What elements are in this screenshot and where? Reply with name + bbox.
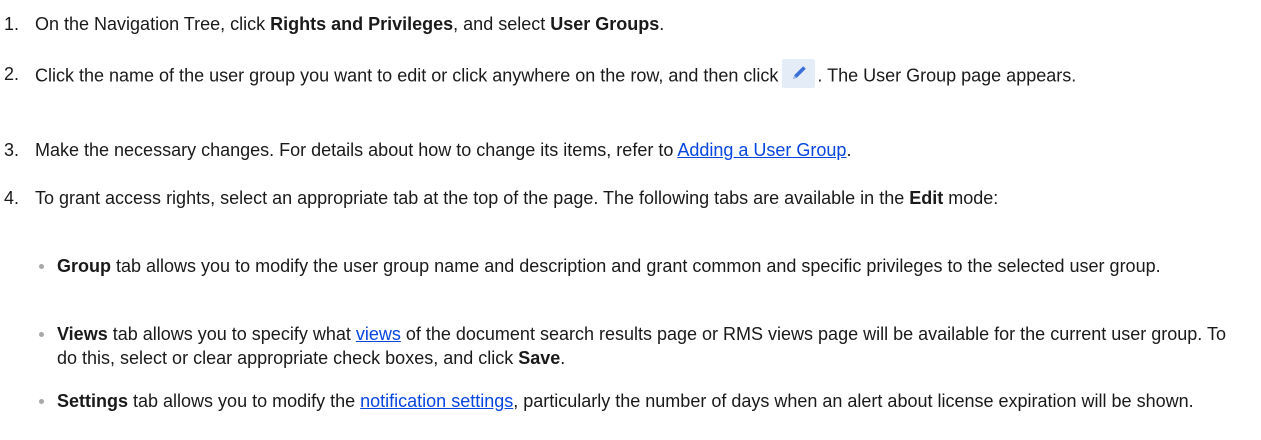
text: On the Navigation Tree, click bbox=[35, 14, 271, 34]
step-number: 3. bbox=[4, 140, 20, 160]
bullet-text: Views tab allows you to specify what vie… bbox=[57, 322, 1247, 370]
views-link[interactable]: views bbox=[356, 324, 401, 344]
ui-term-save: Save bbox=[518, 348, 561, 368]
text: Click the name of the user group you wan… bbox=[35, 65, 779, 86]
step-text: To grant access rights, select an approp… bbox=[35, 186, 1250, 210]
text: tab allows you to modify the user group … bbox=[111, 256, 1161, 276]
adding-user-group-link[interactable]: Adding a User Group bbox=[677, 140, 846, 160]
step-text: Make the necessary changes. For details … bbox=[35, 138, 1250, 162]
text: tab allows you to modify the bbox=[128, 391, 361, 411]
step-number: 4. bbox=[4, 188, 20, 208]
text: . bbox=[560, 348, 566, 368]
text: , particularly the number of days when a… bbox=[513, 391, 1194, 411]
bullet-icon bbox=[39, 264, 44, 269]
bullet-text: Settings tab allows you to modify the no… bbox=[57, 389, 1247, 413]
ui-term-edit: Edit bbox=[909, 188, 944, 208]
text: , and select bbox=[453, 14, 551, 34]
bullet-text: Group tab allows you to modify the user … bbox=[57, 254, 1247, 278]
text: . The User Group page appears. bbox=[817, 65, 1077, 86]
text: tab allows you to specify what bbox=[107, 324, 356, 344]
ui-term-views: Views bbox=[57, 324, 108, 344]
edit-pencil-icon[interactable] bbox=[782, 59, 816, 88]
text: . bbox=[846, 140, 852, 160]
step-number: 2. bbox=[4, 64, 20, 84]
ui-term-user-groups: User Groups bbox=[550, 14, 660, 34]
text: Make the necessary changes. For details … bbox=[35, 140, 678, 160]
step-text: On the Navigation Tree, click Rights and… bbox=[35, 12, 1250, 36]
bullet-icon bbox=[39, 399, 44, 404]
text: mode: bbox=[943, 188, 999, 208]
notification-settings-link[interactable]: notification settings bbox=[360, 391, 513, 411]
text: . bbox=[659, 14, 665, 34]
step-text: Click the name of the user group you wan… bbox=[35, 59, 1250, 91]
ui-term-rights-and-privileges: Rights and Privileges bbox=[270, 14, 454, 34]
step-number: 1. bbox=[4, 14, 20, 34]
ui-term-group: Group bbox=[57, 256, 111, 276]
bullet-icon bbox=[39, 332, 44, 337]
ui-term-settings: Settings bbox=[57, 391, 129, 411]
text: To grant access rights, select an approp… bbox=[35, 188, 910, 208]
